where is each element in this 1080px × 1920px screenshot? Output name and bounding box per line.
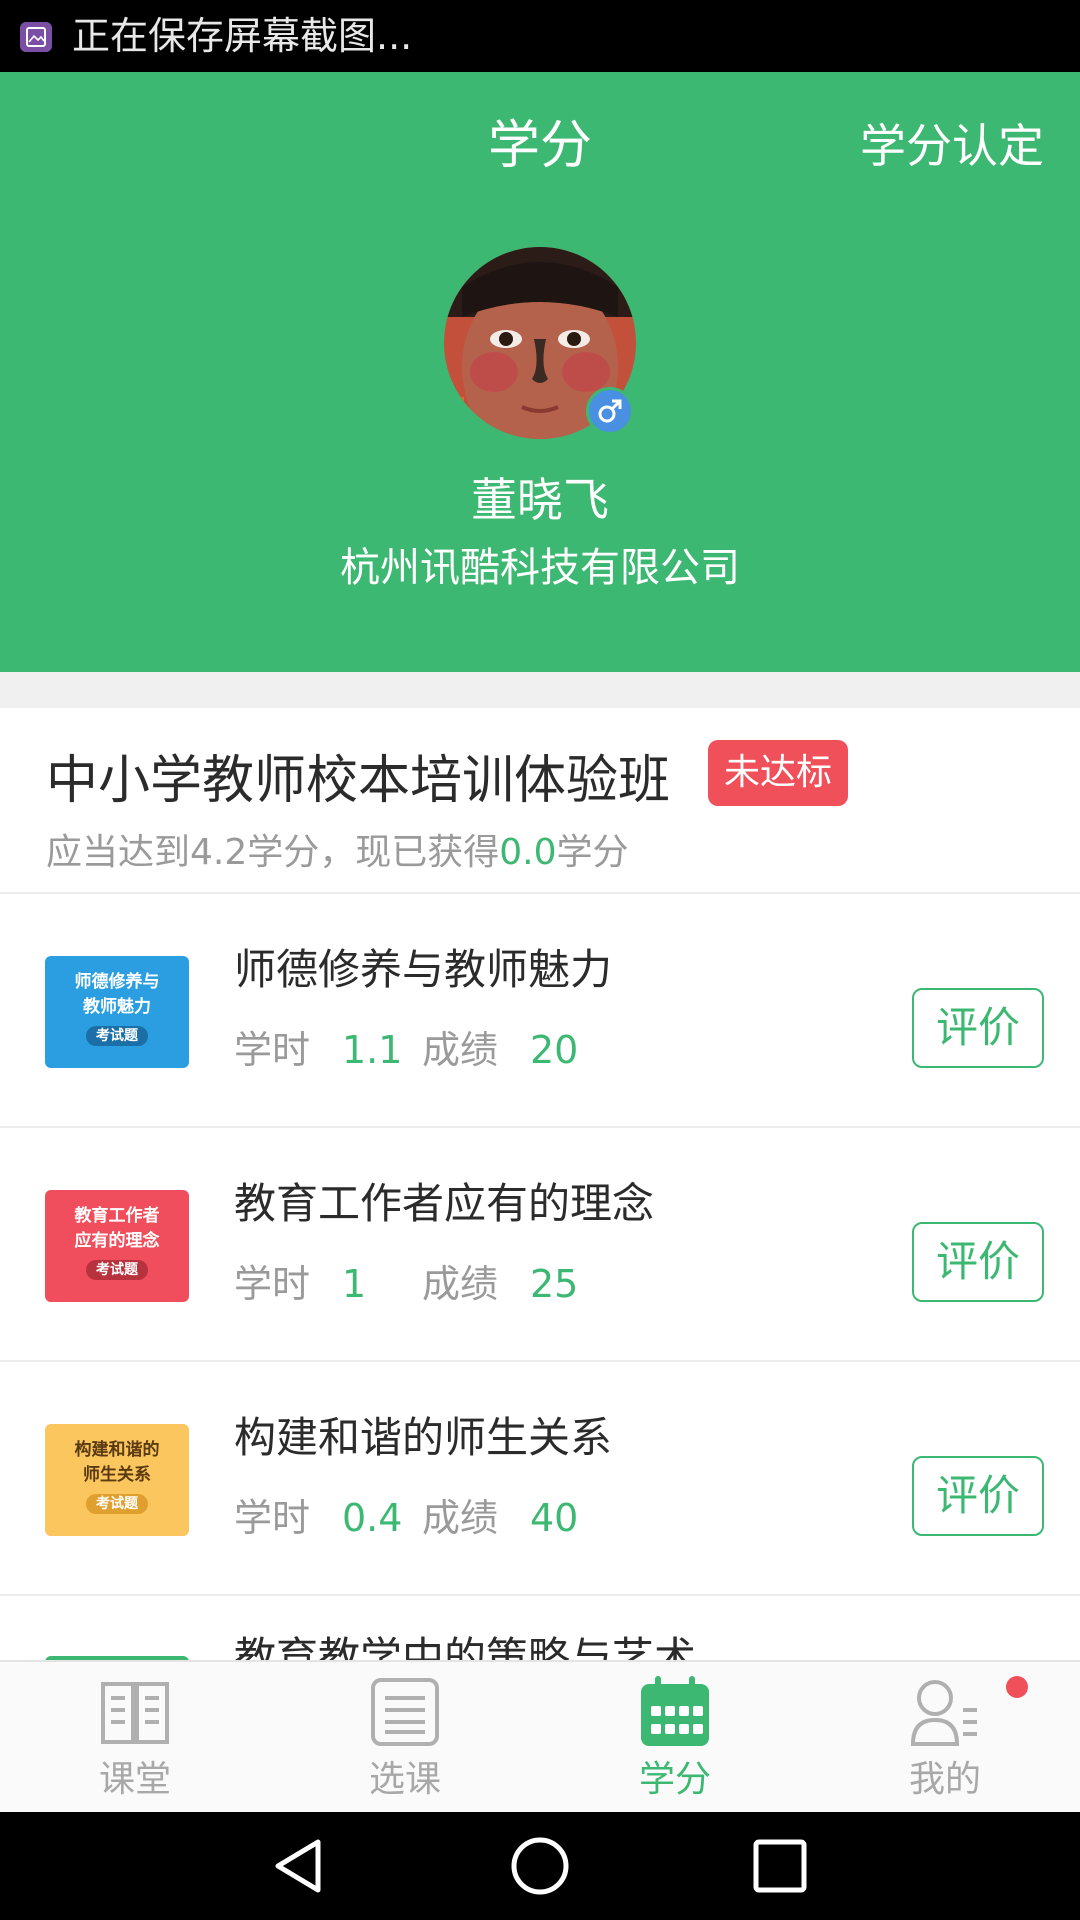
class-title: 中小学教师校本培训体验班 [46, 751, 671, 811]
score-value: 20 [530, 1028, 579, 1072]
rate-button[interactable]: 评价 [912, 988, 1044, 1068]
hours-value: 1 [342, 1262, 367, 1306]
course-title: 教育教学中的策略与艺术 [234, 1633, 697, 1660]
bottom-tab-bar: 课堂 选课 学分 我的 [0, 1660, 1080, 1812]
recents-square-icon[interactable] [750, 1836, 810, 1896]
requirement-suffix: 学分 [556, 832, 629, 873]
tab-course-selection[interactable]: 选课 [270, 1662, 540, 1814]
thumb-line: 应有的理念 [74, 1231, 160, 1251]
screenshot-icon [20, 22, 52, 52]
tab-label: 课堂 [98, 1759, 171, 1800]
thumb-line: 师生关系 [83, 1465, 151, 1485]
user-name: 董晓飞 [471, 473, 609, 527]
thumb-tag: 考试题 [86, 1260, 148, 1280]
book-icon [99, 1676, 171, 1748]
score-value: 25 [530, 1262, 579, 1306]
list-icon [369, 1676, 441, 1748]
status-badge: 未达标 [708, 740, 849, 806]
notification-dot [1006, 1676, 1028, 1698]
credit-requirement: 应当达到4.2学分，现已获得0.0学分 [46, 828, 629, 878]
tab-classroom[interactable]: 课堂 [0, 1662, 270, 1814]
thumb-line: 教育工作者 [74, 1206, 160, 1226]
course-thumbnail: 师德修养与 教师魅力 考试题 [45, 956, 189, 1068]
back-triangle-icon[interactable] [270, 1836, 330, 1896]
course-item-partial[interactable]: 教育教学中的策略与艺术 [0, 1596, 1080, 1660]
score-value: 40 [530, 1496, 579, 1540]
status-text: 正在保存屏幕截图... [72, 14, 413, 58]
course-item[interactable]: 教育工作者 应有的理念 考试题 教育工作者应有的理念 学时 1 成绩 25 评价 [0, 1128, 1080, 1362]
thumb-line: 师德修养与 [74, 972, 160, 992]
hours-value: 1.1 [342, 1028, 403, 1072]
course-item[interactable]: 师德修养与 教师魅力 考试题 师德修养与教师魅力 学时 1.1 成绩 20 评价 [0, 894, 1080, 1128]
requirement-prefix: 应当达到4.2学分，现已获得 [46, 832, 500, 873]
credit-certification-button[interactable]: 学分认定 [860, 114, 1044, 178]
score-label: 成绩 [422, 1262, 499, 1306]
hours-value: 0.4 [342, 1496, 403, 1540]
tab-label: 我的 [908, 1759, 981, 1800]
earned-credits: 0.0 [499, 832, 557, 873]
score-label: 成绩 [422, 1028, 499, 1072]
hours-label: 学时 [234, 1028, 311, 1072]
course-thumbnail: 教育工作者 应有的理念 考试题 [45, 1190, 189, 1302]
course-title: 教育工作者应有的理念 [234, 1179, 655, 1228]
class-summary: 中小学教师校本培训体验班 未达标 应当达到4.2学分，现已获得0.0学分 [0, 708, 1080, 894]
calendar-icon [639, 1676, 711, 1748]
thumb-tag: 考试题 [86, 1026, 148, 1046]
tab-label: 选课 [368, 1759, 441, 1800]
thumb-line: 教师魅力 [83, 997, 151, 1017]
rate-button[interactable]: 评价 [912, 1456, 1044, 1536]
user-company: 杭州讯酷科技有限公司 [340, 545, 740, 591]
course-item[interactable]: 构建和谐的 师生关系 考试题 构建和谐的师生关系 学时 0.4 成绩 40 评价 [0, 1362, 1080, 1596]
hours-label: 学时 [234, 1496, 311, 1540]
tab-label: 学分 [638, 1759, 711, 1800]
thumb-line: 构建和谐的 [74, 1440, 160, 1460]
male-icon [586, 387, 634, 435]
user-icon [909, 1676, 981, 1748]
course-thumbnail: 构建和谐的 师生关系 考试题 [45, 1424, 189, 1536]
avatar[interactable] [444, 247, 636, 439]
system-navigation-bar [0, 1812, 1080, 1920]
profile-header: 学分 学分认定 董晓飞 杭州讯酷科技有限公司 [0, 72, 1080, 672]
course-title: 师德修养与教师魅力 [234, 945, 613, 994]
rate-button[interactable]: 评价 [912, 1222, 1044, 1302]
status-bar: 正在保存屏幕截图... [0, 0, 1080, 72]
hours-label: 学时 [234, 1262, 311, 1306]
section-divider [0, 672, 1080, 708]
tab-mine[interactable]: 我的 [810, 1662, 1080, 1814]
home-circle-icon[interactable] [510, 1836, 570, 1896]
thumb-tag: 考试题 [86, 1494, 148, 1514]
tab-credits[interactable]: 学分 [540, 1662, 810, 1814]
score-label: 成绩 [422, 1496, 499, 1540]
course-title: 构建和谐的师生关系 [234, 1413, 613, 1462]
